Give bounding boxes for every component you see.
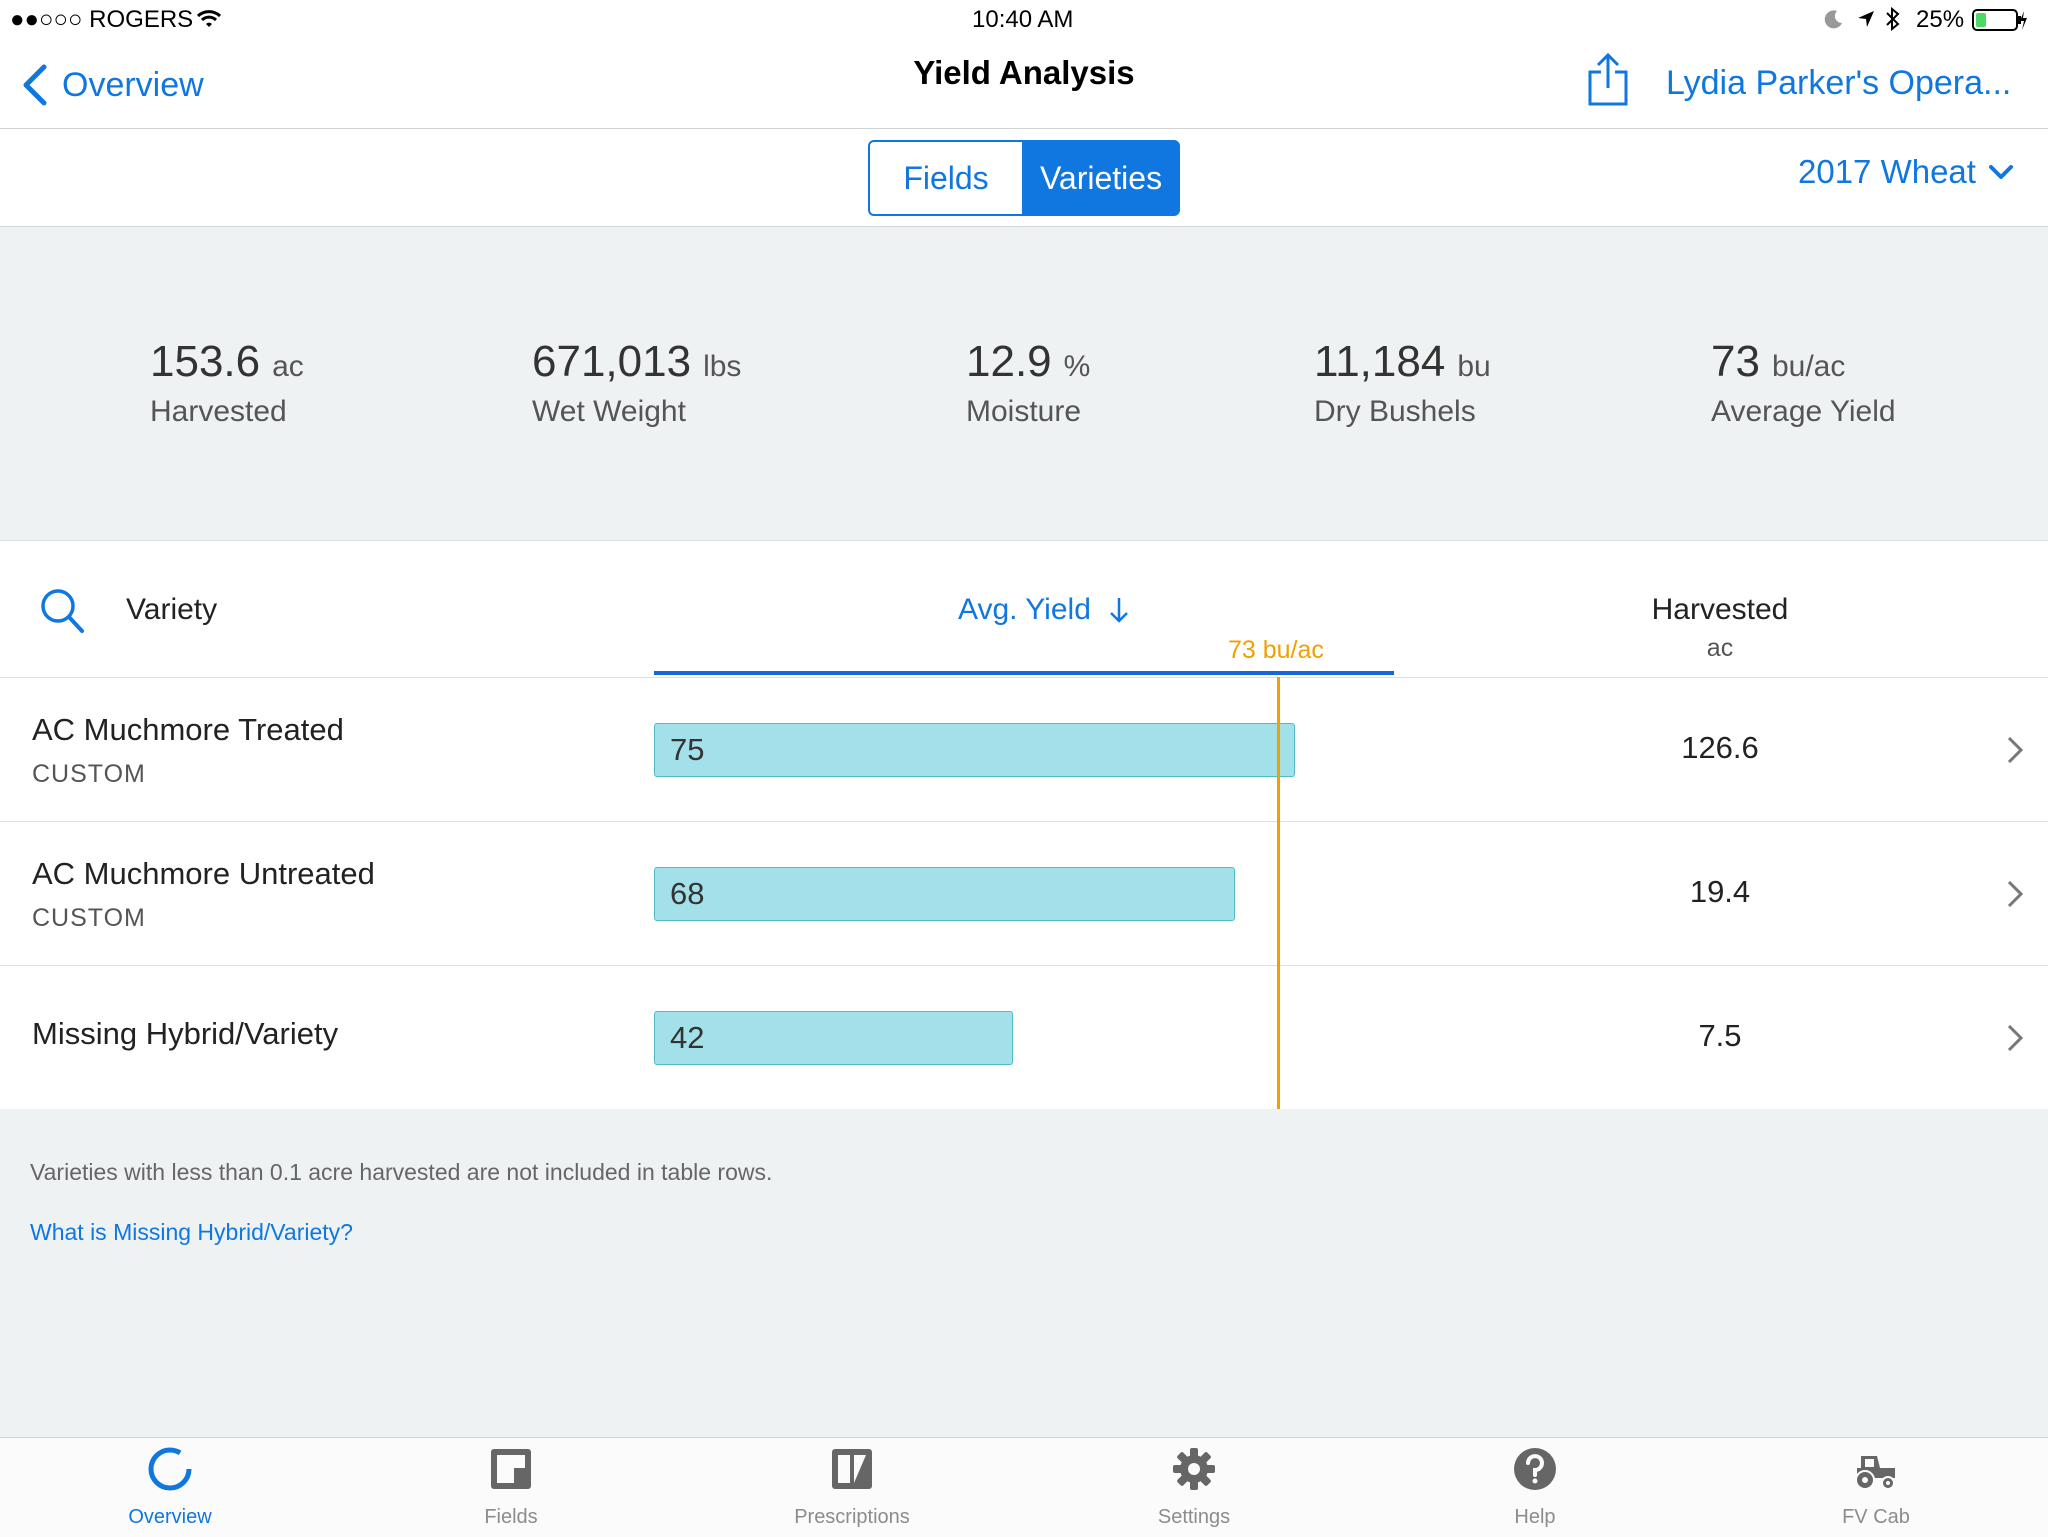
summary-value: 12.9 [966,337,1052,386]
tab-label: Settings [1157,1506,1231,1528]
tab-fields-nav[interactable]: Fields [411,1438,611,1537]
summary-unit: lbs [703,350,742,383]
missing-variety-help-link[interactable]: What is Missing Hybrid/Variety? [30,1219,353,1246]
gear-icon [1173,1448,1215,1490]
table-row[interactable]: Missing Hybrid/Variety 42 7.5 [0,965,2048,1110]
sort-descending-arrow-icon [1110,598,1128,623]
avg-yield-value: 68 [670,876,705,911]
page-title: Yield Analysis [913,54,1135,91]
battery-percent: 25% [1916,6,1965,33]
chevron-right-icon [2007,736,2024,764]
operation-selector[interactable]: Lydia Parker's Opera... [1666,64,2011,103]
status-bar: ●●○○○ ROGERS 10:40 AM 25% [0,0,2048,40]
variety-name: Missing Hybrid/Variety [32,1016,339,1051]
back-button[interactable]: Overview [20,60,204,110]
moon-icon [1824,10,1842,29]
summary-moisture: 12.9% Moisture [966,337,1090,429]
chevron-down-icon [1988,165,2013,179]
wifi-icon [196,10,222,27]
table-row[interactable]: AC Muchmore Untreated CUSTOM 68 19.4 [0,821,2048,966]
help-icon [1514,1448,1556,1490]
view-toggle-bar: Fields Varieties 2017 Wheat [0,129,2048,227]
summary-label: Moisture [966,395,1082,428]
summary-average-yield: 73 bu/ac Average Yield [1711,337,1896,429]
summary-label: Harvested [150,395,287,428]
chevron-left-icon [23,64,47,106]
summary-value: 11,184 [1314,337,1446,386]
avg-yield-value: 42 [670,1020,705,1055]
variety-type: CUSTOM [32,904,146,932]
summary-label: Wet Weight [532,395,686,428]
carrier-label: ●●○○○ ROGERS [10,6,194,33]
chevron-right-icon [2007,1024,2024,1052]
tab-bar: Overview Fields Prescriptions Settings H… [0,1437,2048,1537]
variety-type: CUSTOM [32,760,146,788]
tab-prescriptions[interactable]: Prescriptions [752,1438,952,1537]
yield-summary-panel: 153.6 ac Harvested 671,013 lbs Wet Weight … [0,227,2048,541]
avg-yield-header-label: Avg. Yield [958,593,1091,626]
summary-wet-weight: 671,013 lbs Wet Weight [532,337,741,429]
prescriptions-icon [832,1449,872,1489]
tab-label: Overview [128,1506,212,1528]
column-header-harvested: Harvested [1651,593,1789,626]
varieties-table: Variety Avg. Yield 73 bu/ac Harvested ac… [0,541,2048,1109]
tab-label: Prescriptions [794,1506,910,1528]
season-selector[interactable]: 2017 Wheat [1798,153,2014,191]
back-button-label: Overview [62,65,204,104]
tab-settings[interactable]: Settings [1094,1438,1294,1537]
average-yield-marker-label: 73 bu/ac [1228,636,1324,664]
avg-yield-value: 75 [670,732,705,767]
avg-yield-bar: 42 [654,1011,1013,1065]
avg-yield-bar: 75 [654,723,1295,777]
tab-fv-cab[interactable]: FV Cab [1776,1438,1976,1537]
summary-label: Dry Bushels [1314,395,1476,428]
footer-note: Varieties with less than 0.1 acre harves… [30,1159,773,1185]
tab-help[interactable]: Help [1435,1438,1635,1537]
column-header-variety: Variety [126,593,218,626]
tab-label: Help [1514,1506,1556,1528]
summary-unit: % [1063,350,1091,383]
summary-value: 73 [1711,337,1760,386]
avg-yield-bar: 68 [654,867,1235,921]
summary-unit: bu/ac [1771,350,1846,383]
avg-yield-column-underline [654,671,1394,675]
tab-varieties[interactable]: Varieties [1022,140,1180,216]
battery-icon [1972,9,2027,31]
summary-value: 153.6 [150,337,261,386]
table-row[interactable]: AC Muchmore Treated CUSTOM 75 126.6 [0,677,2048,822]
share-icon[interactable] [1586,52,1630,108]
search-icon[interactable] [38,586,86,636]
navigation-bar: Overview Yield Analysis Lydia Parker's O… [0,40,2048,129]
bluetooth-icon [1886,6,1900,32]
tab-label: FV Cab [1842,1506,1910,1528]
column-header-harvested-unit: ac [1706,634,1734,662]
location-arrow-icon [1858,11,1874,27]
overview-ring-icon [148,1447,192,1491]
variety-name: AC Muchmore Untreated [32,856,375,891]
harvested-acres: 7.5 [1698,1018,1742,1053]
summary-harvested: 153.6 ac Harvested [150,337,304,429]
clock: 10:40 AM [972,6,1074,33]
tab-overview[interactable]: Overview [70,1438,270,1537]
summary-label: Average Yield [1711,395,1896,428]
summary-dry-bushels: 11,184 bu Dry Bushels [1314,337,1491,429]
tractor-icon [1855,1456,1895,1490]
table-header: Variety Avg. Yield 73 bu/ac Harvested ac [0,541,2048,677]
average-yield-line [1277,677,1280,1109]
variety-name: AC Muchmore Treated [32,712,344,747]
chevron-right-icon [2007,880,2024,908]
summary-unit: bu [1457,350,1491,383]
tab-label: Fields [484,1506,538,1528]
tab-fields[interactable]: Fields [868,140,1024,216]
season-selector-label: 2017 Wheat [1798,153,1976,190]
summary-value: 671,013 [532,337,692,386]
harvested-acres: 19.4 [1689,874,1751,909]
summary-unit: ac [272,350,304,383]
table-footer: Varieties with less than 0.1 acre harves… [0,1109,2048,1438]
fields-icon [491,1449,531,1489]
column-header-avg-yield[interactable]: Avg. Yield [958,593,1131,627]
harvested-acres: 126.6 [1681,730,1759,765]
